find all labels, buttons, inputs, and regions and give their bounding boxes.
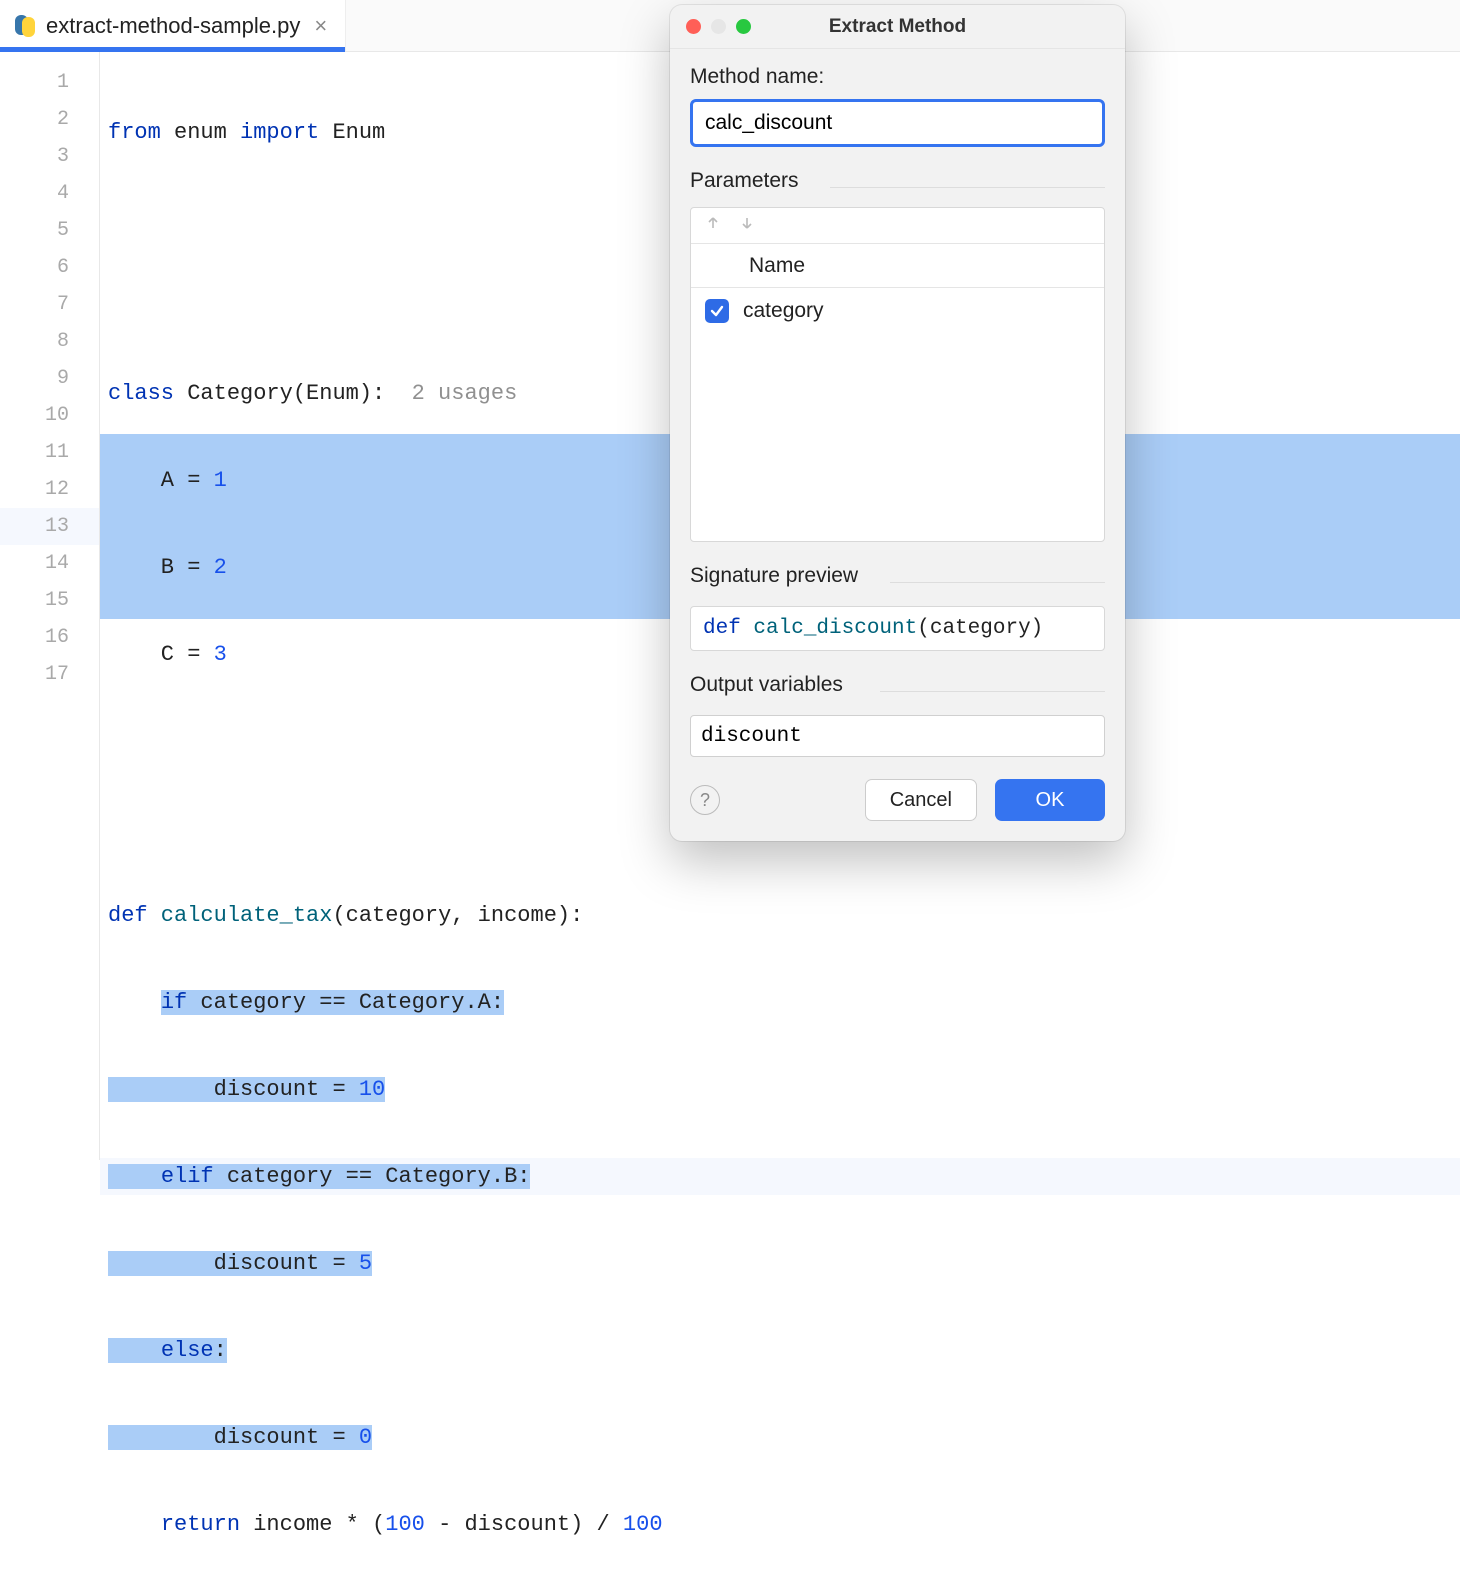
line-number: 1 <box>0 64 99 101</box>
line-number: 2 <box>0 101 99 138</box>
line-number: 15 <box>0 582 99 619</box>
code-line: C = 3 <box>100 636 1460 673</box>
code-line: elif category == Category.B: <box>100 1158 1460 1195</box>
code-line: if category == Category.A: <box>100 984 1460 1021</box>
line-number: 14 <box>0 545 99 582</box>
code-line <box>100 288 1460 325</box>
line-number: 17 <box>0 656 99 693</box>
code-editor[interactable]: 1 2 3 4 5 6 7 8 9 10 11 12 13 14 15 16 1… <box>0 52 1460 1160</box>
line-number: 6 <box>0 249 99 286</box>
line-number: 5 <box>0 212 99 249</box>
dialog-titlebar[interactable]: Extract Method <box>670 5 1125 49</box>
code-line <box>100 723 1460 760</box>
code-line: def calculate_tax(category, income): <box>100 897 1460 934</box>
line-number: 16 <box>0 619 99 656</box>
line-number: 13 <box>0 508 99 545</box>
code-line: else: <box>100 1332 1460 1369</box>
line-number: 11 <box>0 434 99 471</box>
code-line: from enum import Enum <box>100 114 1460 151</box>
line-number: 9 <box>0 360 99 397</box>
python-file-icon <box>14 15 36 37</box>
line-number-gutter: 1 2 3 4 5 6 7 8 9 10 11 12 13 14 15 16 1… <box>0 52 100 1160</box>
code-line <box>100 810 1460 847</box>
code-line: discount = 10 <box>100 1071 1460 1108</box>
code-line: discount = 5 <box>100 1245 1460 1282</box>
line-number: 8 <box>0 323 99 360</box>
line-number: 10 <box>0 397 99 434</box>
line-number: 3 <box>0 138 99 175</box>
code-line: return income * (100 - discount) / 100 <box>100 1506 1460 1543</box>
code-line: class Category(Enum): 2 usages <box>100 375 1460 412</box>
line-number: 4 <box>0 175 99 212</box>
code-line: discount = 0 <box>100 1419 1460 1456</box>
line-number: 12 <box>0 471 99 508</box>
code-line: B = 2 <box>100 549 1460 586</box>
usages-hint: 2 usages <box>385 381 517 406</box>
tab-filename: extract-method-sample.py <box>46 13 300 39</box>
dialog-title: Extract Method <box>670 16 1125 38</box>
close-tab-icon[interactable]: × <box>310 13 331 39</box>
code-content[interactable]: from enum import Enum class Category(Enu… <box>100 52 1460 1160</box>
editor-tab[interactable]: extract-method-sample.py × <box>0 0 346 51</box>
line-number: 7 <box>0 286 99 323</box>
code-line <box>100 201 1460 238</box>
code-line: A = 1 <box>100 462 1460 499</box>
